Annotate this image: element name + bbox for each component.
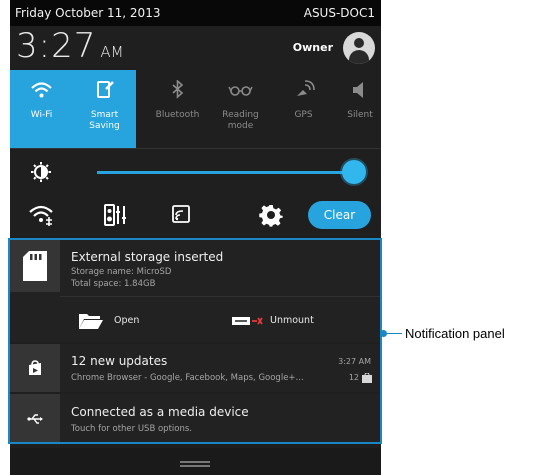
toggle-wifi[interactable]: Wi-Fi: [10, 70, 73, 148]
bluetooth-icon: [172, 80, 184, 99]
toggle-gps[interactable]: GPS: [272, 70, 335, 148]
drag-handle-icon[interactable]: [180, 465, 210, 467]
toggle-label: Smart: [90, 110, 119, 120]
clock-ampm: AM: [100, 43, 124, 61]
silent-icon: [353, 82, 363, 98]
divider: [10, 148, 381, 149]
device-name: ASUS-DOC1: [303, 6, 375, 20]
brightness-icon: [31, 162, 51, 182]
clock-time: 3:27: [16, 26, 97, 66]
status-date: Friday October 11, 2013: [15, 6, 161, 20]
user-name[interactable]: Owner: [293, 41, 333, 54]
reading-mode-icon: [228, 86, 253, 96]
callout-dot: [380, 330, 387, 337]
brightness-slider[interactable]: [97, 171, 355, 174]
shade-handle-bar[interactable]: [10, 448, 381, 475]
toggle-silent[interactable]: Silent: [335, 70, 381, 148]
toggle-label: Reading: [222, 110, 259, 120]
brightness-row: [10, 150, 381, 194]
wifi-icon: [31, 82, 52, 98]
settings-gear-icon[interactable]: [258, 202, 284, 228]
quick-settings-row: Clear: [10, 196, 381, 234]
toggle-label: GPS: [294, 110, 313, 120]
smart-saving-icon: [97, 81, 114, 98]
toggle-label-2: Saving: [89, 121, 120, 131]
toggle-reading-mode[interactable]: Reading mode: [209, 70, 272, 148]
screen-cast-icon[interactable]: [168, 202, 194, 228]
callout-label: Notification panel: [405, 326, 505, 341]
gps-icon: [297, 80, 315, 96]
toggle-label: Wi-Fi: [30, 110, 53, 120]
toggle-label-2: mode: [227, 121, 254, 131]
user-avatar-icon[interactable]: [343, 32, 375, 64]
clock-row: 3:27 AM Owner: [10, 26, 381, 70]
drag-handle-icon[interactable]: [180, 461, 210, 463]
toggle-smart-saving[interactable]: Smart Saving: [73, 70, 136, 148]
brightness-slider-thumb[interactable]: [342, 160, 367, 184]
status-bar: Friday October 11, 2013 ASUS-DOC1: [10, 0, 381, 26]
audio-wizard-icon[interactable]: [102, 202, 128, 228]
quick-toggles: Wi-Fi Smart Saving Bluetooth Reading mode: [10, 70, 381, 148]
clock: 3:27 AM: [16, 26, 124, 66]
toggle-bluetooth[interactable]: Bluetooth: [146, 70, 209, 148]
clear-button[interactable]: Clear: [308, 201, 371, 229]
toggle-label: Bluetooth: [155, 110, 200, 120]
notification-panel-highlight: [8, 238, 382, 444]
toggle-label: Silent: [347, 110, 373, 120]
wifi-settings-icon[interactable]: [28, 202, 54, 228]
